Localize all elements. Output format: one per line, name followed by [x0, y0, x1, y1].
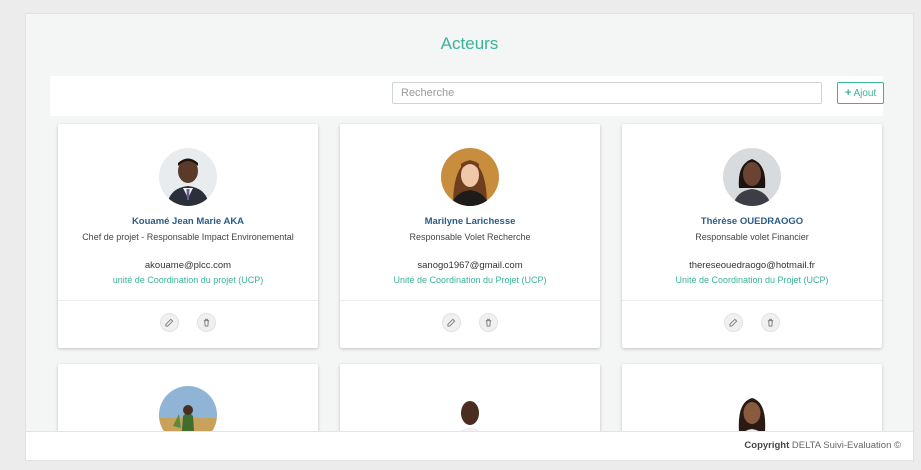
avatar	[723, 148, 781, 206]
plus-icon: +	[845, 87, 852, 99]
toolbar: + Ajout	[50, 76, 885, 116]
avatar	[441, 148, 499, 206]
card-actions	[622, 313, 882, 332]
copyright-label: Copyright	[744, 440, 790, 451]
actors-panel: Acteurs + Ajout Kouamé Jean Marie AKA Ch…	[25, 13, 914, 461]
actor-email: akouame@plcc.com	[144, 260, 232, 271]
actor-unit: Unité de Coordination du Projet (UCP)	[393, 275, 547, 285]
card-divider	[622, 300, 882, 301]
actor-name[interactable]: Marilyne Larichesse	[340, 216, 600, 227]
actor-unit: Unité de Coordination du Projet (UCP)	[675, 275, 829, 285]
copyright-brand: DELTA Suivi-Evaluation ©	[791, 440, 901, 451]
page-title: Acteurs	[440, 34, 499, 53]
edit-icon	[447, 318, 456, 327]
edit-button[interactable]	[160, 313, 179, 332]
delete-button[interactable]	[761, 313, 780, 332]
edit-icon	[165, 318, 174, 327]
card-actions	[340, 313, 600, 332]
card-divider	[340, 300, 600, 301]
actor-card: Thérèse OUEDRAOGO Responsable volet Fina…	[622, 124, 882, 348]
actor-role: Chef de projet - Responsable Impact Envi…	[82, 232, 294, 242]
actor-name[interactable]: Kouamé Jean Marie AKA	[58, 216, 318, 227]
actor-card: Marilyne Larichesse Responsable Volet Re…	[340, 124, 600, 348]
actor-unit: unité de Coordination du projet (UCP)	[112, 275, 264, 285]
actor-name[interactable]: Thérèse OUEDRAOGO	[622, 216, 882, 227]
footer-copyright: Copyright DELTA Suivi-Evaluation ©	[744, 440, 901, 451]
card-actions	[58, 313, 318, 332]
footer: Copyright DELTA Suivi-Evaluation ©	[26, 431, 913, 460]
trash-icon	[767, 318, 774, 327]
avatar	[159, 148, 217, 206]
actor-role: Responsable volet Financier	[695, 232, 809, 242]
trash-icon	[203, 318, 210, 327]
actor-email: sanogo1967@gmail.com	[417, 260, 523, 271]
edit-button[interactable]	[442, 313, 461, 332]
actor-role: Responsable Volet Recherche	[409, 232, 531, 242]
card-divider	[58, 300, 318, 301]
delete-button[interactable]	[479, 313, 498, 332]
add-button-label: Ajout	[853, 87, 877, 99]
trash-icon	[485, 318, 492, 327]
add-button[interactable]: + Ajout	[837, 82, 885, 104]
delete-button[interactable]	[197, 313, 216, 332]
actor-email: thereseouedraogo@hotmail.fr	[689, 260, 815, 271]
edit-button[interactable]	[724, 313, 743, 332]
search-input[interactable]	[392, 82, 822, 104]
actor-card: Kouamé Jean Marie AKA Chef de projet - R…	[58, 124, 318, 348]
edit-icon	[729, 318, 738, 327]
